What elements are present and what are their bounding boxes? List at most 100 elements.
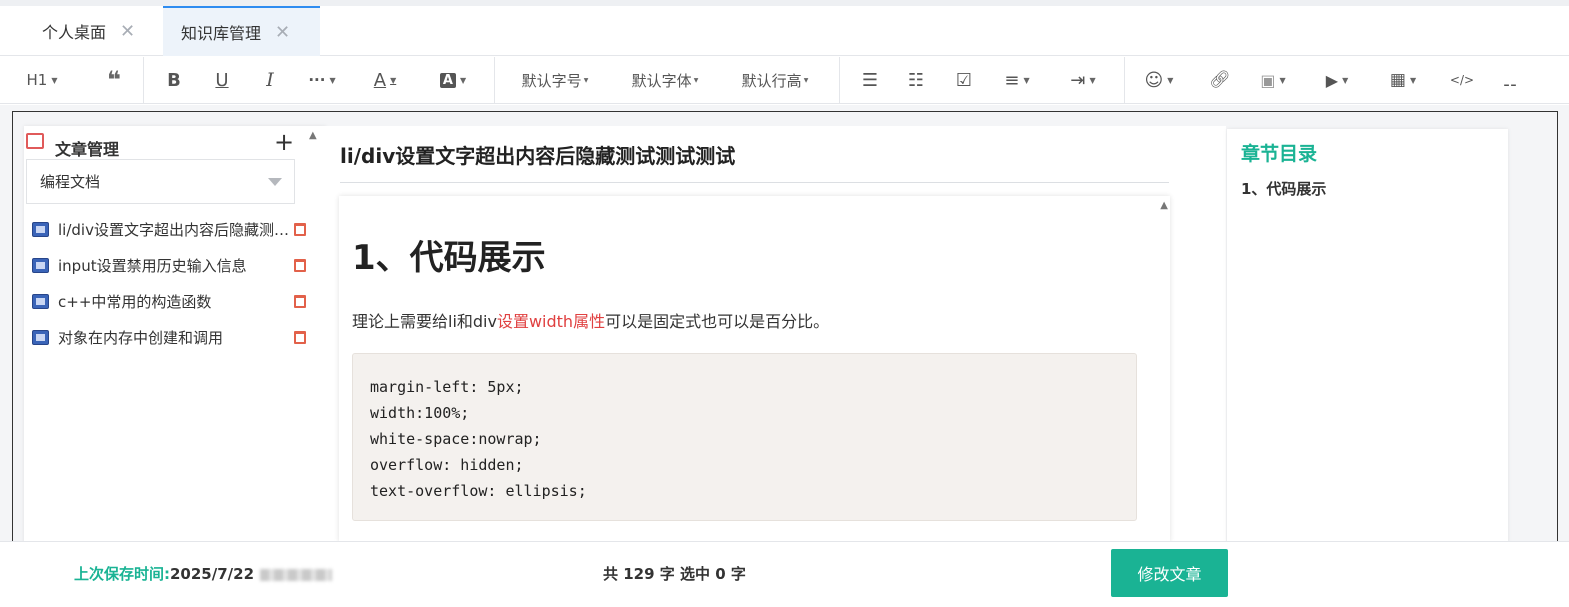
underline-button[interactable]: U [198, 57, 246, 103]
tab-label: 知识库管理 [181, 24, 262, 43]
image-icon: ▣ [1260, 70, 1276, 90]
list-item-label: input设置禁用历史输入信息 [58, 256, 247, 275]
indent-dropdown[interactable]: ⇥ ▼ [1058, 57, 1108, 103]
scroll-up-icon[interactable]: ▲ [309, 130, 317, 141]
align-icon: ≡ [1004, 69, 1020, 91]
editor-toolbar: H1 ▼ ❝ B U I ··· ▼ A ▼ A ▼ 默认字号 ▼ 默认字体 ▼ 默认行高 ▼… [0, 57, 1569, 104]
document-icon [32, 221, 49, 237]
chevron-down-icon [268, 178, 282, 186]
emoji-icon: ☺ [1144, 69, 1164, 91]
bold-icon: B [167, 69, 181, 91]
bold-button[interactable]: B [150, 57, 198, 103]
scroll-up-icon[interactable]: ▲ [1160, 200, 1168, 211]
trash-icon[interactable] [294, 258, 306, 272]
article-title[interactable]: li/div设置文字超出内容后隐藏测试测试测试 [340, 140, 735, 169]
close-icon[interactable]: ✕ [275, 22, 290, 43]
font-color-dropdown[interactable]: A ▼ [360, 57, 410, 103]
more-styles-dropdown[interactable]: ··· ▼ [296, 57, 348, 103]
font-size-dropdown[interactable]: 默认字号 ▼ [506, 57, 604, 103]
edit-article-button[interactable]: 修改文章 [1111, 549, 1228, 597]
toc-title: 章节目录 [1241, 143, 1318, 165]
line-height-dropdown[interactable]: 默认行高 ▼ [726, 57, 824, 103]
chevron-down-icon: ▼ [693, 76, 699, 84]
list-item[interactable]: c++中常用的构造函数 [32, 289, 314, 313]
tab-personal-desktop[interactable]: 个人桌面 ✕ [28, 6, 162, 56]
font-family-dropdown[interactable]: 默认字体 ▼ [616, 57, 714, 103]
quote-button[interactable]: ❝ [86, 57, 142, 103]
paragraph-text: 可以是固定式也可以是百分比。 [605, 312, 830, 331]
chevron-down-icon: ▼ [1342, 75, 1349, 85]
redacted-time [260, 568, 333, 581]
divider [340, 182, 1169, 183]
link-icon: 🔗︎ [1209, 70, 1231, 90]
code-button[interactable]: </> [1444, 57, 1480, 103]
bg-color-dropdown[interactable]: A ▼ [428, 57, 478, 103]
table-icon: ▦ [1389, 70, 1406, 90]
line-height-label: 默认行高 [741, 71, 802, 90]
list-item[interactable]: input设置禁用历史输入信息 [32, 253, 314, 277]
toc-item[interactable]: 1、代码展示 [1241, 178, 1326, 199]
add-icon[interactable]: + [274, 128, 294, 156]
close-icon[interactable]: ✕ [120, 21, 135, 42]
list-item[interactable]: li/div设置文字超出内容后隐藏测试测试测试 [32, 217, 314, 241]
trash-icon[interactable] [294, 222, 306, 236]
toc-panel: 章节目录 1、代码展示 [1227, 129, 1508, 544]
divider-button[interactable]: ⚋ [1492, 57, 1528, 103]
chevron-down-icon: ▼ [390, 75, 397, 85]
divider-icon: ⚋ [1502, 70, 1518, 90]
article-sidebar: 文章管理 + ▲ 编程文档 li/div设置文字超出内容后隐藏测试测试测试 in… [24, 126, 326, 546]
category-select[interactable]: 编程文档 [26, 159, 295, 204]
chevron-down-icon: ▼ [1023, 75, 1030, 85]
font-color-icon: A [373, 69, 387, 91]
list-item-label: c++中常用的构造函数 [58, 292, 212, 311]
todo-button[interactable]: ☑ [944, 57, 984, 103]
chevron-down-icon: ▼ [51, 75, 58, 85]
chevron-down-icon: ▼ [803, 76, 809, 84]
align-dropdown[interactable]: ≡ ▼ [994, 57, 1040, 103]
article-editor: li/div设置文字超出内容后隐藏测试测试测试 ▲ 1、代码展示 理论上需要给l… [326, 126, 1226, 542]
code-icon: </> [1449, 73, 1475, 87]
link-button[interactable]: 🔗︎ [1200, 57, 1240, 103]
quote-icon: ❝ [106, 66, 122, 94]
footer-bar: 上次保存时间:2025/7/22 共 129 字 选中 0 字 修改文章 [0, 541, 1569, 607]
chevron-down-icon: ▼ [583, 76, 589, 84]
category-value: 编程文档 [40, 173, 101, 191]
list-item-label: li/div设置文字超出内容后隐藏测试测试测试 [58, 220, 290, 239]
word-count: 共 129 字 选中 0 字 [603, 565, 746, 583]
heading-label: H1 [26, 71, 48, 89]
trash-icon[interactable] [294, 330, 306, 344]
trash-icon[interactable] [294, 294, 306, 308]
edit-document-icon [26, 133, 44, 149]
chevron-down-icon: ▼ [1409, 75, 1417, 85]
document-icon [32, 329, 49, 345]
code-block[interactable]: margin-left: 5px; width:100%; white-spac… [352, 353, 1137, 521]
last-saved: 上次保存时间:2025/7/22 [74, 563, 333, 584]
chevron-down-icon: ▼ [1167, 75, 1174, 85]
video-dropdown[interactable]: ▶ ▼ [1314, 57, 1360, 103]
last-saved-label: 上次保存时间: [74, 565, 170, 583]
table-dropdown[interactable]: ▦ ▼ [1380, 57, 1426, 103]
divider [1124, 57, 1125, 103]
paragraph-text: 理论上需要给li和div [352, 312, 497, 331]
emoji-dropdown[interactable]: ☺ ▼ [1136, 57, 1182, 103]
article-content[interactable]: ▲ 1、代码展示 理论上需要给li和div设置width属性可以是固定式也可以是… [339, 196, 1170, 542]
tab-knowledge-base[interactable]: 知识库管理 ✕ [163, 6, 320, 56]
italic-button[interactable]: I [246, 57, 294, 103]
video-icon: ▶ [1325, 70, 1339, 90]
todo-checkbox-icon: ☑ [955, 69, 973, 91]
content-heading: 1、代码展示 [352, 238, 546, 278]
underline-icon: U [215, 69, 229, 91]
numbered-list-button[interactable]: ☷ [896, 57, 936, 103]
heading-dropdown[interactable]: H1 ▼ [14, 57, 70, 103]
bulleted-list-icon: ☰ [861, 69, 879, 91]
bulleted-list-button[interactable]: ☰ [850, 57, 890, 103]
divider [143, 57, 144, 103]
paragraph-highlight: 设置width属性 [496, 312, 606, 331]
italic-icon: I [266, 69, 274, 91]
bg-color-icon: A [439, 72, 456, 88]
list-item[interactable]: 对象在内存中创建和调用 [32, 325, 314, 349]
image-dropdown[interactable]: ▣ ▼ [1250, 57, 1296, 103]
document-icon [32, 293, 49, 309]
chevron-down-icon: ▼ [329, 75, 336, 85]
chevron-down-icon: ▼ [1089, 75, 1096, 85]
